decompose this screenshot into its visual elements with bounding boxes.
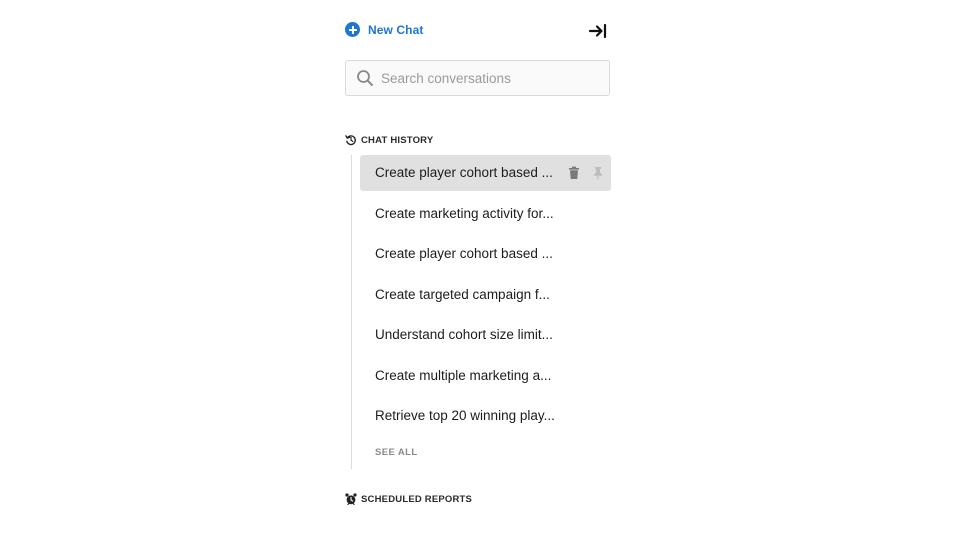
- history-item-label: Retrieve top 20 winning play...: [375, 408, 555, 423]
- history-item[interactable]: Create player cohort based ...: [360, 155, 611, 191]
- new-chat-button[interactable]: New Chat: [345, 22, 423, 37]
- search-input[interactable]: [381, 61, 601, 95]
- new-chat-label: New Chat: [368, 22, 424, 37]
- history-item-label: Understand cohort size limit...: [375, 327, 553, 342]
- history-item[interactable]: Create targeted campaign f...: [360, 277, 611, 313]
- search-icon: [357, 70, 373, 86]
- chat-history-header: CHAT HISTORY: [345, 134, 433, 146]
- scheduled-reports-title: SCHEDULED REPORTS: [361, 493, 473, 505]
- history-item-label: Create marketing activity for...: [375, 206, 554, 221]
- see-all-link[interactable]: SEE ALL: [375, 447, 418, 458]
- sidebar-top-row: New Chat: [345, 20, 610, 42]
- history-item-label: Create multiple marketing a...: [375, 368, 552, 383]
- alarm-clock-icon: [345, 493, 357, 505]
- arrow-right-to-bar-icon[interactable]: [588, 21, 608, 41]
- chat-history-list: Create player cohort based ... Create ma…: [351, 155, 611, 469]
- history-item[interactable]: Create player cohort based ...: [360, 236, 611, 272]
- pin-icon[interactable]: [591, 166, 605, 180]
- search-box: [345, 60, 610, 96]
- scheduled-reports-header[interactable]: SCHEDULED REPORTS: [345, 493, 472, 505]
- history-item-label: Create targeted campaign f...: [375, 287, 550, 302]
- trash-icon[interactable]: [567, 166, 581, 180]
- plus-circle-icon: [345, 22, 360, 37]
- history-icon: [345, 135, 356, 146]
- history-item-label: Create player cohort based ...: [375, 165, 553, 180]
- history-item[interactable]: Retrieve top 20 winning play...: [360, 398, 611, 434]
- history-item[interactable]: Create marketing activity for...: [360, 196, 611, 232]
- chat-history-title: CHAT HISTORY: [361, 134, 434, 146]
- history-item-label: Create player cohort based ...: [375, 246, 553, 261]
- history-item[interactable]: Create multiple marketing a...: [360, 358, 611, 394]
- history-item[interactable]: Understand cohort size limit...: [360, 317, 611, 353]
- sidebar-panel: New Chat CHAT HISTORY Create player coho…: [345, 0, 611, 540]
